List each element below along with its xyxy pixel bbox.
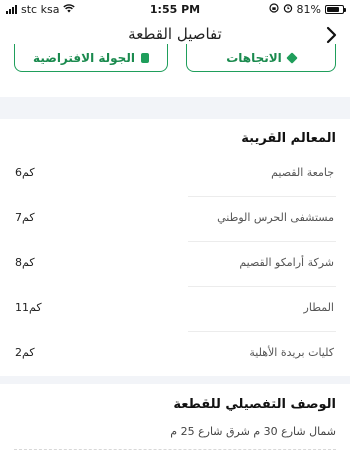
landmark-name: مستشفى الحرس الوطني [217,211,334,224]
landmark-distance: 8كم [15,256,35,269]
landmark-distance: 7كم [15,211,35,224]
screen: stc ksa 1:55 PM 81% تفاصيل القطعة الاتجا… [0,0,350,455]
landmarks-title: المعالم القريبة [241,131,336,146]
landmark-name: المطار [303,301,334,314]
battery-percent: 81% [296,3,321,16]
virtual-tour-icon [140,52,149,63]
list-item: المطار 11كم [0,287,350,332]
landmark-name: جامعة القصيم [271,166,334,179]
alarm-icon [283,3,293,16]
list-item: كليات بريدة الأهلية 2كم [0,332,350,377]
directions-icon [286,51,298,64]
section-separator [0,97,350,119]
list-item: شركة أرامكو القصيم 8كم [0,242,350,287]
list-item: مستشفى الحرس الوطني 7كم [0,197,350,242]
description-title: الوصف التفصيلي للقطعة [173,397,336,412]
landmark-name: شركة أرامكو القصيم [239,256,334,269]
action-buttons: الاتجاهات الجولة الافتراضية [0,44,350,76]
status-right: 81% [268,3,346,16]
section-separator [0,376,350,384]
landmark-distance: 2كم [15,346,35,359]
list-item: جامعة القصيم 6كم [0,152,350,197]
description-divider [14,449,336,450]
landmark-name: كليات بريدة الأهلية [249,346,334,359]
virtual-tour-button[interactable]: الجولة الافتراضية [14,44,168,72]
landmark-distance: 11كم [15,301,42,314]
page-title: تفاصيل القطعة [128,25,222,43]
description-text: شمال شارع 30 م شرق شارع 25 م [170,425,336,438]
directions-label: الاتجاهات [226,50,282,65]
battery-icon [325,5,346,14]
directions-button[interactable]: الاتجاهات [186,44,336,72]
status-bar: stc ksa 1:55 PM 81% [0,0,350,20]
landmark-distance: 6كم [15,166,35,179]
virtual-tour-label: الجولة الافتراضية [33,50,135,65]
orientation-lock-icon [268,3,279,16]
